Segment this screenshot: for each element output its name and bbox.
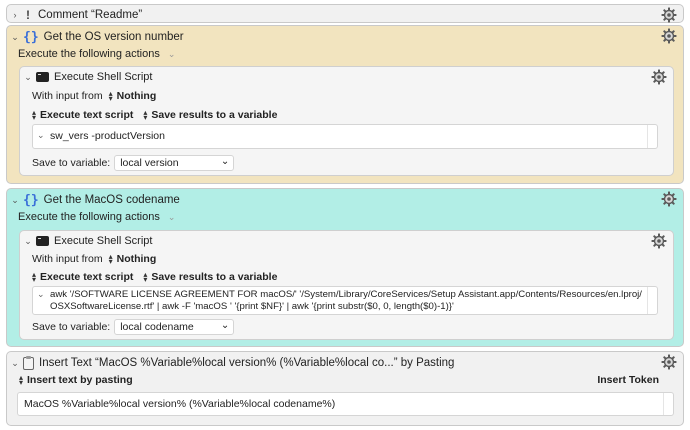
action-header: ⌄ Execute Shell Script	[20, 68, 673, 86]
variable-field[interactable]: local codename ⌄	[114, 319, 235, 335]
gear-icon[interactable]	[651, 69, 667, 85]
group-title: Get the MacOS codename	[43, 194, 180, 206]
chevron-down-icon[interactable]: ⌄	[37, 289, 45, 300]
updown-chevron-icon[interactable]: ▴ ▾	[107, 253, 115, 266]
disclosure-expanded-icon[interactable]: ⌄	[20, 72, 36, 83]
comment-title: Comment “Readme”	[38, 9, 143, 21]
disclosure-expanded-icon[interactable]: ⌄	[7, 32, 23, 43]
terminal-icon	[36, 236, 49, 246]
group-title: Get the OS version number	[43, 31, 184, 43]
comment-action[interactable]: › ! Comment “Readme”	[6, 4, 684, 23]
updown-chevron-icon: ▴ ▾	[143, 108, 148, 122]
action-header: ⌄ Execute Shell Script	[20, 232, 673, 250]
updown-chevron-icon: ▴ ▾	[31, 270, 36, 284]
execute-mode-menu[interactable]: Execute the following actions ⌄	[18, 48, 175, 60]
insert-mode-popup[interactable]: Insert text by pasting	[27, 374, 133, 386]
action-header: ⌄ Insert Text “MacOS %Variable%local ver…	[7, 353, 683, 373]
execute-mode-label: Execute the following actions	[18, 211, 160, 223]
scrollbar[interactable]	[663, 393, 673, 415]
updown-chevron-icon: ▴ ▾	[143, 270, 148, 284]
insert-mode-row: ▴ ▾ Insert text by pasting	[17, 373, 133, 387]
variable-field[interactable]: local version ⌄	[114, 155, 235, 171]
input-source-row: With input from ▴ ▾ Nothing	[32, 253, 157, 266]
gear-icon[interactable]	[661, 7, 677, 23]
mode-row: ▴ ▾ Execute text script ▴ ▾ Save results t…	[30, 108, 277, 122]
input-source-popup[interactable]: Nothing	[117, 90, 157, 102]
save-label: Save to variable:	[32, 157, 111, 169]
execute-text-popup[interactable]: Execute text script	[40, 109, 133, 121]
action-title: Execute Shell Script	[54, 71, 153, 83]
input-source-popup[interactable]: Nothing	[117, 253, 157, 265]
input-source-row: With input from ▴ ▾ Nothing	[32, 90, 157, 103]
input-label: With input from	[32, 253, 103, 265]
gear-icon[interactable]	[661, 28, 677, 44]
insert-text-value[interactable]: MacOS %Variable%local version% (%Variabl…	[24, 398, 661, 410]
chevron-down-icon: ⌄	[167, 49, 176, 59]
input-label: With input from	[32, 90, 103, 102]
group-os-version: ⌄ {} Get the OS version number Execute t…	[6, 25, 684, 184]
disclosure-expanded-icon[interactable]: ⌄	[7, 358, 23, 369]
group-header: ⌄ {} Get the OS version number	[7, 27, 683, 47]
save-label: Save to variable:	[32, 321, 111, 333]
gear-icon[interactable]	[661, 191, 677, 207]
chevron-down-icon: ⌄	[167, 212, 176, 222]
results-popup[interactable]: Save results to a variable	[151, 109, 277, 121]
comment-header: › ! Comment “Readme”	[7, 5, 683, 25]
group-header: ⌄ {} Get the MacOS codename	[7, 190, 683, 210]
insert-token-menu[interactable]: Insert Token	[597, 374, 659, 386]
insert-text-action: ⌄ Insert Text “MacOS %Variable%local ver…	[6, 351, 684, 426]
shell-script-action: ⌄ Execute Shell Script With input from ▴…	[19, 230, 674, 340]
execute-mode-menu[interactable]: Execute the following actions ⌄	[18, 211, 175, 223]
group-macos-codename: ⌄ {} Get the MacOS codename Execute the …	[6, 188, 684, 347]
scrollbar[interactable]	[647, 287, 657, 314]
script-text[interactable]: awk '/SOFTWARE LICENSE AGREEMENT FOR mac…	[50, 289, 645, 312]
variable-name[interactable]: local codename	[120, 321, 194, 333]
updown-chevron-icon[interactable]: ▴ ▾	[107, 90, 115, 103]
save-variable-row: Save to variable: local codename ⌄	[32, 319, 235, 335]
braces-icon: {}	[23, 192, 39, 208]
disclosure-expanded-icon[interactable]: ⌄	[20, 236, 36, 247]
save-variable-row: Save to variable: local version ⌄	[32, 155, 235, 171]
chevron-down-icon[interactable]: ⌄	[221, 320, 229, 331]
results-popup[interactable]: Save results to a variable	[151, 271, 277, 283]
exclamation-icon: !	[26, 8, 30, 22]
terminal-icon	[36, 72, 49, 82]
action-title: Insert Text “MacOS %Variable%local versi…	[39, 357, 455, 369]
execute-text-popup[interactable]: Execute text script	[40, 271, 133, 283]
disclosure-collapsed-icon[interactable]: ›	[7, 10, 23, 20]
mode-row: ▴ ▾ Execute text script ▴ ▾ Save results t…	[30, 270, 277, 284]
script-text-field[interactable]: ⌄ sw_vers -productVersion	[32, 124, 658, 149]
action-title: Execute Shell Script	[54, 235, 153, 247]
execute-mode-label: Execute the following actions	[18, 48, 160, 60]
script-text-field[interactable]: ⌄ awk '/SOFTWARE LICENSE AGREEMENT FOR m…	[32, 286, 658, 315]
script-text[interactable]: sw_vers -productVersion	[50, 130, 645, 142]
disclosure-expanded-icon[interactable]: ⌄	[7, 195, 23, 206]
gear-icon[interactable]	[651, 233, 667, 249]
gear-icon[interactable]	[661, 354, 677, 370]
insert-text-field[interactable]: MacOS %Variable%local version% (%Variabl…	[17, 392, 674, 416]
updown-chevron-icon: ▴ ▾	[31, 108, 36, 122]
scrollbar[interactable]	[647, 125, 657, 148]
paste-clipboard-icon	[23, 355, 34, 370]
variable-name[interactable]: local version	[120, 157, 178, 169]
shell-script-action: ⌄ Execute Shell Script With input from ▴…	[19, 66, 674, 176]
braces-icon: {}	[23, 29, 39, 45]
updown-chevron-icon: ▴ ▾	[18, 373, 23, 387]
chevron-down-icon[interactable]: ⌄	[37, 130, 45, 141]
chevron-down-icon[interactable]: ⌄	[221, 156, 229, 167]
